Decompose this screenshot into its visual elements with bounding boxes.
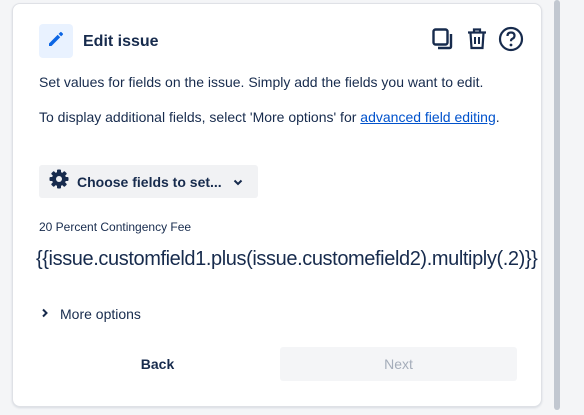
advanced-editing-text: To display additional fields, select 'Mo… (39, 107, 509, 128)
panel-header: Edit issue (39, 24, 524, 60)
gear-icon (49, 169, 69, 194)
scrollbar[interactable] (554, 0, 560, 410)
delete-button[interactable] (463, 27, 491, 55)
field-label: 20 Percent Contingency Fee (39, 220, 192, 234)
choose-fields-button[interactable]: Choose fields to set... (39, 165, 258, 198)
chevron-down-icon (232, 176, 244, 188)
copy-button[interactable] (429, 27, 457, 55)
advanced-field-editing-link[interactable]: advanced field editing (360, 109, 495, 125)
advanced-editing-prefix: To display additional fields, select 'Mo… (39, 109, 361, 125)
advanced-editing-suffix: . (495, 109, 500, 125)
help-button[interactable] (497, 26, 525, 57)
pencil-icon (47, 30, 65, 53)
edit-icon-box (39, 24, 73, 58)
field-value[interactable]: {{issue.customfield1.plus(issue.customef… (36, 248, 538, 271)
next-button[interactable]: Next (280, 347, 517, 381)
choose-fields-label: Choose fields to set... (77, 173, 222, 190)
trash-icon (465, 27, 489, 56)
description-text: Set values for fields on the issue. Simp… (39, 74, 484, 90)
help-icon (498, 26, 524, 57)
chevron-right-icon (40, 305, 50, 323)
more-options-label: More options (60, 306, 141, 322)
back-button[interactable]: Back (39, 347, 276, 381)
more-options-toggle[interactable]: More options (40, 305, 141, 323)
page-title: Edit issue (83, 33, 159, 50)
copy-icon (431, 27, 455, 56)
